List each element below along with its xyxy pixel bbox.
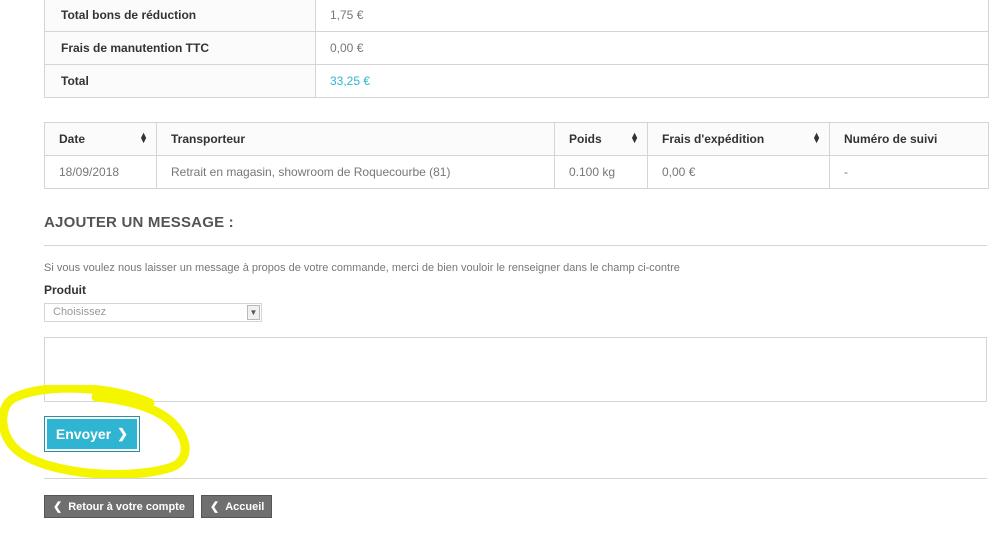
column-header-label: Poids [569,132,602,146]
order-totals-table: Total bons de réduction 1,75 € Frais de … [44,0,989,98]
product-select-value: Choisissez [53,306,107,318]
column-header-label: Date [59,132,86,146]
column-header-tracking: Numéro de suivi [830,123,988,155]
chevron-left-icon: ❮ [53,501,63,513]
totals-label: Total bons de réduction [45,0,316,31]
sort-icon[interactable]: ▲ ▼ [139,131,148,145]
chevron-left-icon: ❮ [210,501,220,513]
cell-date: 18/09/2018 [45,156,157,188]
cell-carrier: Retrait en magasin, showroom de Roquecou… [157,156,555,188]
back-to-account-button[interactable]: ❮ Retour à votre compte [44,495,194,518]
column-header-label: Transporteur [171,132,246,146]
chevron-down-icon[interactable]: ▼ [247,305,260,320]
cell-weight: 0.100 kg [555,156,648,188]
sort-icon[interactable]: ▲ ▼ [812,131,821,145]
column-header-shipping-cost[interactable]: Frais d'expédition ▲ ▼ [648,123,830,155]
totals-row-total: Total 33,25 € [45,64,988,97]
section-title: AJOUTER UN MESSAGE : [44,214,234,231]
cell-shipping-cost: 0,00 € [648,156,830,188]
totals-value: 33,25 € [330,74,371,88]
totals-label: Frais de manutention TTC [45,32,316,64]
table-header-row: Date ▲ ▼ Transporteur Poids ▲ ▼ Frais d'ex… [45,123,988,156]
back-button-label: Retour à votre compte [68,500,185,513]
column-header-label: Numéro de suivi [844,132,938,146]
sort-icon[interactable]: ▲ ▼ [630,131,639,145]
column-header-carrier: Transporteur [157,123,555,155]
cell-tracking: - [844,165,848,179]
home-button-label: Accueil [225,500,265,513]
product-label: Produit [44,283,86,297]
totals-value: 0,00 € [330,41,364,55]
totals-row-handling: Frais de manutention TTC 0,00 € [45,31,988,64]
send-button-label: Envoyer [55,426,112,442]
home-button[interactable]: ❮ Accueil [201,495,272,518]
shipping-table: Date ▲ ▼ Transporteur Poids ▲ ▼ Frais d'ex… [44,122,989,189]
chevron-right-icon: ❯ [117,426,129,441]
totals-value: 1,75 € [330,8,364,22]
product-select[interactable]: Choisissez ▼ [44,303,262,322]
send-button[interactable]: Envoyer ❯ [44,416,140,452]
table-row: 18/09/2018 Retrait en magasin, showroom … [45,156,988,188]
message-hint: Si vous voulez nous laisser un message à… [44,262,680,274]
divider [44,245,987,246]
column-header-label: Frais d'expédition [662,132,765,146]
column-header-date[interactable]: Date ▲ ▼ [45,123,157,155]
totals-label: Total [45,65,316,97]
column-header-weight[interactable]: Poids ▲ ▼ [555,123,648,155]
divider [44,478,987,479]
totals-row-discounts: Total bons de réduction 1,75 € [45,0,988,31]
